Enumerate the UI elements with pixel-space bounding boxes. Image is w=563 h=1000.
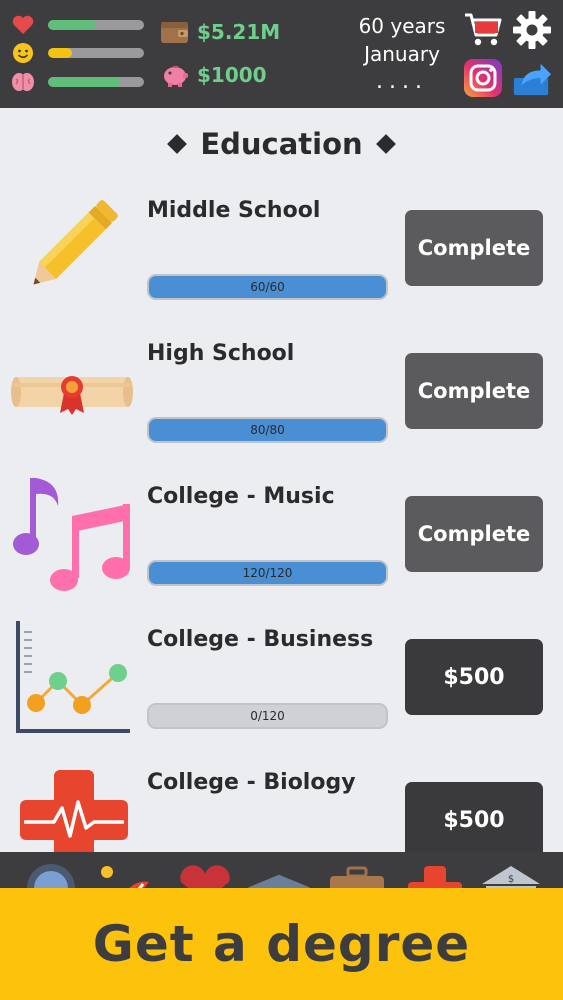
complete-button[interactable]: Complete xyxy=(405,353,543,429)
net-worth-value: $5.21M xyxy=(197,20,281,44)
diamond-icon xyxy=(167,134,188,154)
complete-button[interactable]: Complete xyxy=(405,496,543,572)
smiley-icon xyxy=(11,41,35,65)
education-title: College - Business xyxy=(147,627,374,652)
education-progress: 60/60 xyxy=(147,274,388,300)
health-bar xyxy=(48,20,144,30)
svg-text:$: $ xyxy=(508,874,514,885)
progress-text: 120/120 xyxy=(242,566,293,580)
shopping-cart-icon[interactable] xyxy=(463,10,503,50)
net-worth: $5.21M xyxy=(160,18,280,46)
page-dots: .... xyxy=(376,69,428,94)
education-title: College - Biology xyxy=(147,770,356,795)
share-icon[interactable] xyxy=(512,58,552,98)
gear-icon[interactable] xyxy=(512,10,552,50)
get-degree-banner[interactable]: Get a degree xyxy=(0,888,563,1000)
instagram-icon[interactable] xyxy=(463,58,503,98)
happiness-bar xyxy=(48,48,144,58)
diamond-icon xyxy=(375,134,396,154)
education-progress: 80/80 xyxy=(147,417,388,443)
line-chart-icon xyxy=(8,613,134,739)
education-progress: 120/120 xyxy=(147,560,388,586)
progress-text: 0/120 xyxy=(250,709,285,723)
smarts-bar xyxy=(48,77,144,87)
pencil-icon xyxy=(8,184,134,310)
smarts-stat xyxy=(11,70,144,94)
diploma-icon xyxy=(8,327,134,453)
cash: $1000 xyxy=(160,61,267,89)
age-date: 60 years January xyxy=(352,12,452,68)
section-header: Education xyxy=(0,120,563,168)
education-title: College - Music xyxy=(147,484,335,509)
education-item: College - Business 0/120 $500 xyxy=(0,613,563,753)
bottom-nav: $ xyxy=(0,852,563,892)
education-title: High School xyxy=(147,341,295,366)
buy-button[interactable]: $500 xyxy=(405,639,543,715)
heart-icon xyxy=(11,13,35,37)
month-label: January xyxy=(364,42,440,66)
buy-button[interactable]: $500 xyxy=(405,782,543,858)
brain-icon xyxy=(11,70,35,94)
happiness-stat xyxy=(11,41,144,65)
wallet-icon xyxy=(160,18,190,46)
piggy-bank-icon xyxy=(160,61,190,89)
progress-text: 80/80 xyxy=(250,423,285,437)
education-item: Middle School 60/60 Complete xyxy=(0,184,563,324)
cash-value: $1000 xyxy=(197,63,267,87)
page-title: Education xyxy=(200,127,363,161)
status-bar: $5.21M $1000 60 years January .... xyxy=(0,0,563,108)
progress-text: 60/60 xyxy=(250,280,285,294)
age-label: 60 years xyxy=(358,14,446,38)
education-item: High School 80/80 Complete xyxy=(0,327,563,467)
music-notes-icon xyxy=(8,470,134,596)
education-progress: 0/120 xyxy=(147,703,388,729)
education-title: Middle School xyxy=(147,198,321,223)
health-stat xyxy=(11,13,144,37)
education-item: College - Music 120/120 Complete xyxy=(0,470,563,610)
complete-button[interactable]: Complete xyxy=(405,210,543,286)
